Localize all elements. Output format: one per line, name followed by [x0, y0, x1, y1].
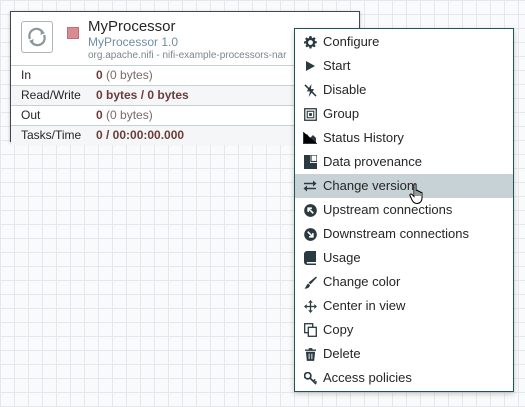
stat-value: 0 / 00:00:00.000 — [96, 128, 185, 142]
menu-item-label: Change color — [323, 274, 401, 289]
trash-icon — [303, 347, 317, 361]
processor-name: MyProcessor — [88, 18, 176, 35]
menu-item-label: Delete — [323, 346, 361, 361]
stat-label: In — [21, 68, 32, 82]
menu-item-configure[interactable]: Configure — [295, 30, 513, 54]
menu-item-status-history[interactable]: Status History — [295, 126, 513, 150]
menu-item-change-version[interactable]: Change version — [295, 174, 513, 198]
menu-item-label: Configure — [323, 34, 380, 49]
menu-item-upstream-connections[interactable]: Upstream connections — [295, 198, 513, 222]
menu-item-label: Usage — [323, 250, 361, 265]
stat-value: 0 bytes / 0 bytes — [96, 88, 189, 102]
stat-label: Tasks/Time — [21, 128, 82, 142]
menu-item-center-in-view[interactable]: Center in view — [295, 294, 513, 318]
stopped-state-icon — [67, 27, 79, 39]
menu-item-group[interactable]: Group — [295, 102, 513, 126]
menu-item-label: Downstream connections — [323, 226, 469, 241]
menu-item-access-policies[interactable]: Access policies — [295, 366, 513, 390]
menu-item-label: Change version — [323, 178, 415, 193]
upstream-icon — [303, 203, 317, 217]
menu-item-label: Copy — [323, 322, 354, 337]
menu-item-label: Status History — [323, 130, 404, 145]
area-chart-icon — [303, 131, 317, 145]
menu-item-label: Data provenance — [323, 154, 423, 169]
gear-icon — [303, 35, 317, 49]
menu-item-label: Disable — [323, 82, 367, 97]
menu-item-label: Group — [323, 106, 360, 121]
processor-bundle: org.apache.nifi - nifi-example-processor… — [88, 50, 287, 61]
menu-item-label: Upstream connections — [323, 202, 453, 217]
menu-item-downstream-connections[interactable]: Downstream connections — [295, 222, 513, 246]
stat-label: Out — [21, 108, 41, 122]
menu-item-label: Access policies — [323, 370, 412, 385]
stat-value-bytes: (0 bytes) — [106, 68, 153, 82]
stat-value-bytes: (0 bytes) — [106, 108, 153, 122]
provenance-icon — [303, 155, 317, 169]
paintbrush-icon — [303, 275, 317, 289]
play-icon — [303, 59, 317, 73]
menu-item-disable[interactable]: Disable — [295, 78, 513, 102]
swap-icon — [303, 179, 317, 193]
hand-cursor-icon — [409, 183, 423, 205]
downstream-icon — [303, 227, 317, 241]
book-icon — [303, 251, 317, 265]
menu-item-copy[interactable]: Copy — [295, 318, 513, 342]
processor-type: MyProcessor 1.0 — [88, 35, 179, 49]
group-icon — [303, 107, 317, 121]
copy-icon — [303, 323, 317, 337]
processor-icon — [21, 21, 53, 53]
menu-item-label: Center in view — [323, 298, 406, 313]
stat-value-count: 0 — [96, 108, 103, 122]
menu-item-data-provenance[interactable]: Data provenance — [295, 150, 513, 174]
stat-value-count: 0 — [96, 68, 103, 82]
menu-item-label: Start — [323, 58, 351, 73]
disable-icon — [303, 83, 317, 97]
menu-item-change-color[interactable]: Change color — [295, 270, 513, 294]
stat-value: 0 (0 bytes) — [96, 106, 153, 125]
menu-item-delete[interactable]: Delete — [295, 342, 513, 366]
menu-item-start[interactable]: Start — [295, 54, 513, 78]
key-icon — [303, 371, 317, 385]
menu-item-usage[interactable]: Usage — [295, 246, 513, 270]
crosshair-icon — [303, 299, 317, 313]
stat-label: Read/Write — [21, 88, 81, 102]
context-menu: Configure Start Disable Group Status His… — [294, 28, 514, 392]
stat-value: 0 (0 bytes) — [96, 66, 153, 85]
